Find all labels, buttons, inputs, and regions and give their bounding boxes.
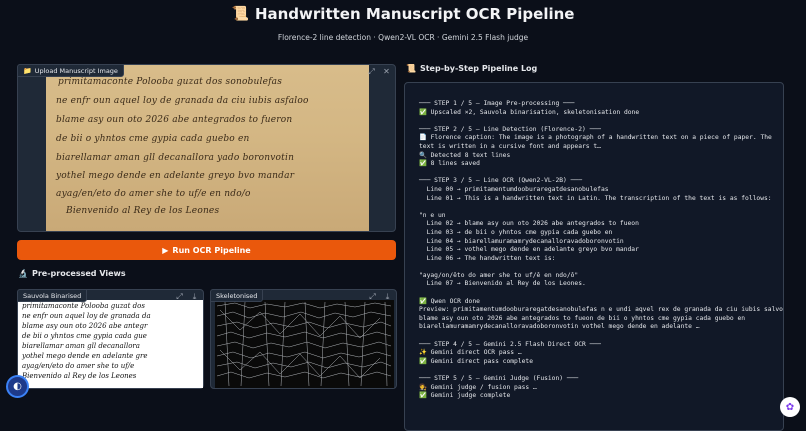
manuscript-line: primitamaconte Polooba guzat dos sonobul… xyxy=(58,77,283,87)
binarised-line: blame asy oun oto 2026 abe antegr xyxy=(22,322,148,330)
brain-icon: ✿ xyxy=(785,401,795,413)
binarised-line: primitamaconte Polooba guzat dos xyxy=(22,302,145,310)
upload-panel[interactable]: primitamaconte Polooba guzat dos sonobul… xyxy=(17,64,396,232)
log-line: Line 07 → Bienvenido al Rey de los Leone… xyxy=(419,280,586,288)
skeleton-label: Skeletonised xyxy=(210,289,264,302)
binarised-label-text: Sauvola Binarised xyxy=(23,291,82,300)
manuscript-line: ne enfr oun aquel loy de granada da ciu … xyxy=(56,96,309,106)
binarised-line: ayag/en/eto do amer she to uf/e xyxy=(22,362,135,370)
log-line: ✨ Gemini direct OCR pass … xyxy=(419,349,522,357)
binarised-line: yothel mego dende en adelante gre xyxy=(22,352,148,360)
log-line: ✅ Gemini direct pass complete xyxy=(419,357,533,365)
run-ocr-button-label: Run OCR Pipeline xyxy=(172,245,251,255)
log-line: Line 02 → blame asy oun oto 2026 abe ant… xyxy=(419,220,639,228)
upload-tools: ⤢ ✕ xyxy=(367,67,391,76)
page-subtitle: Florence-2 line detection · Qwen2-VL OCR… xyxy=(277,33,529,42)
folder-icon: 📁 xyxy=(23,66,32,75)
clear-icon[interactable]: ✕ xyxy=(382,67,391,76)
log-line: ✅ Qwen OCR done xyxy=(419,297,480,305)
log-line: text is written in a cursive font and ap… xyxy=(419,142,601,150)
log-line: ─── STEP 1 / 5 — Image Pre-processing ──… xyxy=(419,100,575,107)
play-icon: ▶ xyxy=(162,245,169,255)
page-title-text: Handwritten Manuscript OCR Pipeline xyxy=(254,5,575,23)
manuscript-line: biarellamar aman gll decanallora yado bo… xyxy=(56,153,295,163)
log-line: ─── STEP 5 / 5 — Gemini Judge (Fusion) ─… xyxy=(419,375,579,382)
log-line: biarellamuramamrydecanalloravadoboronvot… xyxy=(419,323,700,331)
log-line: Preview: primitamentumdooburaregatdesano… xyxy=(419,306,784,314)
log-line: ✅ Upscaled ×2, Sauvola binarisation, ske… xyxy=(419,108,640,116)
log-line: "ayag/on/êto do amer she to uf/ê en ndo/… xyxy=(419,271,579,279)
manuscript-line: Bienvenido al Rey de los Leones xyxy=(66,206,220,216)
log-heading: 📜 Step-by-Step Pipeline Log xyxy=(406,64,537,73)
spinner-icon: ◐ xyxy=(13,381,22,392)
scroll-icon: 📜 xyxy=(406,64,416,73)
log-line: 🧑‍⚖️ Gemini judge / fusion pass … xyxy=(419,383,537,391)
log-line: ─── STEP 4 / 5 — Gemini 2.5 Flash Direct… xyxy=(419,340,601,348)
pipeline-log: ─── STEP 1 / 5 — Image Pre-processing ──… xyxy=(419,100,784,401)
log-heading-text: Step-by-Step Pipeline Log xyxy=(419,64,538,73)
log-line: blame asy oun oto 2026 abe antegrados to… xyxy=(419,314,746,322)
log-line: Line 03 → de bii o yhntos cme gypia cada… xyxy=(419,228,613,236)
log-line: Line 06 → The handwritten text is: xyxy=(419,254,556,262)
log-line: Line 00 → primitamentumdooburaregatdesan… xyxy=(419,185,609,193)
skeleton-graphic xyxy=(216,301,392,387)
log-line: ✅ 8 lines saved xyxy=(419,160,480,168)
binarised-image: primitamaconte Polooba guzat dos ne enfr… xyxy=(18,300,203,388)
side-widget-button[interactable]: ✿ xyxy=(780,397,800,417)
binarised-line: ne enfr oun aquel loy de granada da xyxy=(22,312,151,320)
binarised-label: Sauvola Binarised xyxy=(17,289,88,302)
upload-label-text: Upload Manuscript Image xyxy=(34,66,118,75)
skeleton-panel: Skeletonised ⤢ ⤓ xyxy=(210,289,397,389)
skeleton-label-text: Skeletonised xyxy=(216,291,258,300)
skeleton-image xyxy=(215,300,394,388)
skeleton-tools: ⤢ ⤓ xyxy=(368,292,392,301)
fullscreen-icon[interactable]: ⤢ xyxy=(367,67,376,76)
scroll-icon: 📜 xyxy=(231,6,249,22)
log-line: 🔍 Detected 8 text lines xyxy=(419,151,511,159)
log-line: ✅ Gemini judge complete xyxy=(419,392,511,400)
upload-label: 📁 Upload Manuscript Image xyxy=(17,64,124,77)
download-icon[interactable]: ⤓ xyxy=(190,292,199,301)
binarised-tools: ⤢ ⤓ xyxy=(175,292,199,301)
pipeline-log-panel[interactable]: ─── STEP 1 / 5 — Image Pre-processing ──… xyxy=(404,82,784,431)
binarised-panel: primitamaconte Polooba guzat dos ne enfr… xyxy=(17,289,204,389)
binarised-line: Bienvenido al Rey de los Leones xyxy=(22,372,137,380)
fullscreen-icon[interactable]: ⤢ xyxy=(175,292,184,301)
page-title: 📜 Handwritten Manuscript OCR Pipeline xyxy=(0,5,806,23)
log-line: Line 04 → biarellamuramamrydecanallorava… xyxy=(419,237,624,245)
manuscript-image: primitamaconte Polooba guzat dos sonobul… xyxy=(46,65,369,231)
manuscript-line: yothel mego dende en adelante greyo bvo … xyxy=(56,171,295,181)
log-line: ─── STEP 3 / 5 — Line OCR (Qwen2-VL-2B) … xyxy=(419,177,583,185)
fullscreen-icon[interactable]: ⤢ xyxy=(368,292,377,301)
log-line: Line 05 → vothel mego dende en adelante … xyxy=(419,246,639,254)
manuscript-line: ayag/en/eto do amer she to uf/e en ndo/o xyxy=(56,189,251,199)
binarised-line: de bii o yhntos cme gypia cada gue xyxy=(22,332,147,340)
run-ocr-button[interactable]: ▶ Run OCR Pipeline xyxy=(17,240,396,260)
log-line: "n e un xyxy=(419,211,446,219)
download-icon[interactable]: ⤓ xyxy=(383,292,392,301)
preprocessed-heading-text: Pre-processed Views xyxy=(31,269,126,278)
binarised-line: biarellamar aman gll decanallora xyxy=(22,342,140,350)
preprocessed-heading: 🔬 Pre-processed Views xyxy=(18,269,126,278)
manuscript-line: de bii o yhntos cme gypia cada guebo en xyxy=(56,134,250,144)
log-line: Line 01 → This is a handwritten text in … xyxy=(419,194,772,202)
microscope-icon: 🔬 xyxy=(18,269,28,278)
manuscript-line: blame asy oun oto 2026 abe antegrados to… xyxy=(56,115,293,125)
assistant-button[interactable]: ◐ xyxy=(6,375,29,398)
log-line: 📄 Florence caption: The image is a photo… xyxy=(419,134,772,142)
